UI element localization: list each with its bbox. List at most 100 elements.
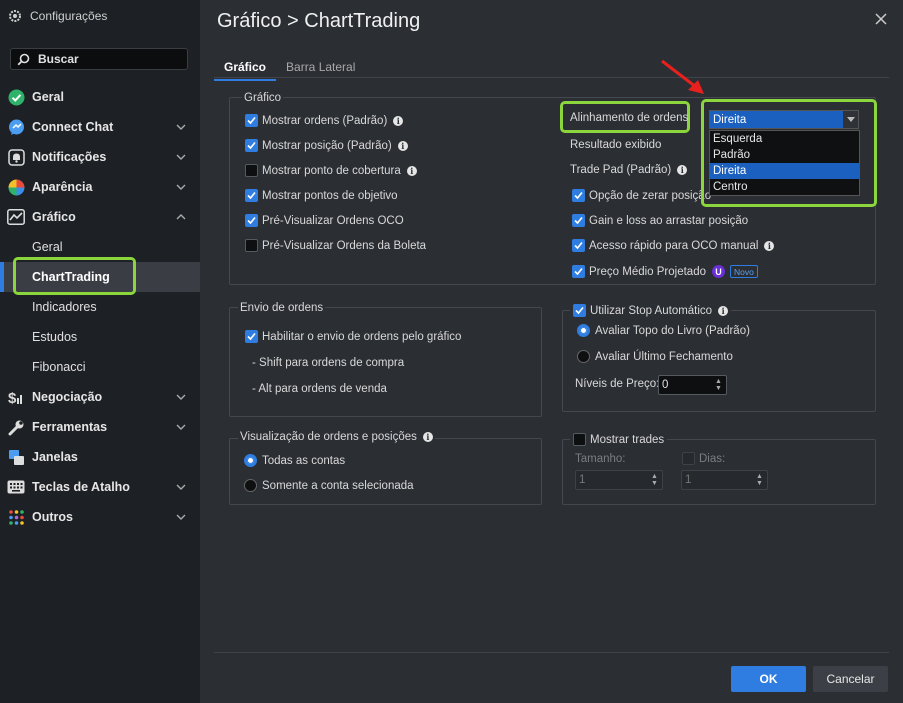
sidebar-item-ferramentas[interactable]: Ferramentas	[0, 412, 200, 442]
sidebar: Configurações Buscar Geral Connect Chat …	[0, 0, 200, 703]
radio-avaliar-topo[interactable]: Avaliar Topo do Livro (Padrão)	[577, 324, 750, 337]
option-label: Gain e loss ao arrastar posição	[589, 214, 749, 227]
sidebar-item-geral[interactable]: Geral	[0, 82, 200, 112]
option-pre-visualizar-boleta[interactable]: Pré-Visualizar Ordens da Boleta	[245, 239, 426, 252]
checkbox-checked[interactable]	[572, 239, 585, 252]
checkbox-unchecked[interactable]	[245, 239, 258, 252]
sidebar-header-label: Configurações	[30, 9, 108, 23]
chevron-down-icon	[176, 154, 186, 160]
dias-stepper[interactable]: 1 ▲ ▼	[681, 470, 768, 490]
ok-button[interactable]: OK	[731, 666, 806, 692]
option-label: Pré-Visualizar Ordens OCO	[262, 214, 404, 227]
dropdown-option-direita[interactable]: Direita	[710, 163, 859, 179]
tamanho-stepper[interactable]: 1 ▲ ▼	[575, 470, 663, 490]
sidebar-item-connect-chat[interactable]: Connect Chat	[0, 112, 200, 142]
chart-icon	[7, 208, 25, 226]
alignment-select[interactable]: Direita	[709, 110, 859, 129]
sidebar-subitem-fibonacci[interactable]: Fibonacci	[0, 352, 200, 382]
checkbox-unchecked[interactable]	[573, 433, 586, 446]
checkbox-checked[interactable]	[245, 214, 258, 227]
checkbox-checked[interactable]	[572, 265, 585, 278]
radio-selected[interactable]	[577, 324, 590, 337]
sidebar-item-grafico[interactable]: Gráfico	[0, 202, 200, 232]
sidebar-item-label: Geral	[32, 90, 64, 104]
option-dias[interactable]: Dias:	[682, 452, 725, 465]
settings-dialog: Gráfico > ChartTrading Gráfico Barra Lat…	[200, 0, 903, 703]
checkbox-checked[interactable]	[245, 114, 258, 127]
option-mostrar-ordens[interactable]: Mostrar ordens (Padrão) i	[245, 114, 404, 127]
red-arrow-annotation	[661, 59, 704, 94]
option-habilitar-envio[interactable]: Habilitar o envio de ordens pelo gráfico	[245, 330, 461, 343]
radio-unselected[interactable]	[577, 350, 590, 363]
check-circle-icon	[7, 88, 25, 106]
option-label: Preço Médio Projetado	[589, 265, 706, 278]
stepper-arrows-icon[interactable]: ▲ ▼	[651, 473, 659, 487]
dropdown-arrow-icon[interactable]	[843, 111, 858, 128]
radio-todas-contas[interactable]: Todas as contas	[244, 454, 345, 467]
checkbox-checked[interactable]	[245, 330, 258, 343]
dollar-icon: $	[7, 388, 25, 406]
sidebar-subitem-label: Indicadores	[32, 300, 97, 314]
checkbox-unchecked[interactable]	[682, 452, 695, 465]
chevron-down-icon	[176, 184, 186, 190]
alignment-select-value: Direita	[713, 113, 747, 126]
radio-somente-conta[interactable]: Somente a conta selecionada	[244, 479, 414, 492]
option-utilizar-stop[interactable]: Utilizar Stop Automático i	[570, 304, 732, 317]
option-mostrar-posicao[interactable]: Mostrar posição (Padrão) i	[245, 139, 408, 152]
info-icon[interactable]: i	[764, 240, 775, 251]
option-mostrar-ponto-cobertura[interactable]: Mostrar ponto de cobertura i	[245, 164, 417, 177]
checkbox-checked[interactable]	[572, 189, 585, 202]
cancel-button[interactable]: Cancelar	[813, 666, 888, 692]
sidebar-item-janelas[interactable]: Janelas	[0, 442, 200, 472]
option-label: Habilitar o envio de ordens pelo gráfico	[262, 330, 462, 343]
dropdown-option-esquerda[interactable]: Esquerda	[710, 131, 859, 147]
checkbox-checked[interactable]	[573, 304, 586, 317]
info-icon[interactable]: i	[718, 305, 729, 316]
option-mostrar-pontos-objetivo[interactable]: Mostrar pontos de objetivo	[245, 189, 398, 202]
checkbox-checked[interactable]	[572, 214, 585, 227]
dropdown-option-centro[interactable]: Centro	[710, 179, 859, 195]
checkbox-checked[interactable]	[245, 189, 258, 202]
stepper-arrows-icon[interactable]: ▲ ▼	[715, 378, 723, 392]
option-zerar-posicao[interactable]: Opção de zerar posição	[572, 189, 711, 202]
search-input[interactable]: Buscar	[10, 48, 188, 70]
sidebar-subitem-indicadores[interactable]: Indicadores	[0, 292, 200, 322]
info-icon[interactable]: i	[677, 165, 688, 175]
sidebar-item-label: Gráfico	[32, 210, 76, 224]
sidebar-item-negociacao[interactable]: $ Negociação	[0, 382, 200, 412]
tamanho-value: 1	[579, 474, 586, 486]
info-icon[interactable]: i	[406, 165, 417, 176]
info-icon[interactable]: i	[397, 140, 408, 151]
radio-unselected[interactable]	[244, 479, 257, 492]
info-icon[interactable]: i	[393, 115, 404, 126]
stepper-arrows-icon[interactable]: ▲ ▼	[756, 473, 764, 487]
alt-hint: - Alt para ordens de venda	[252, 383, 387, 395]
radio-label: Todas as contas	[262, 454, 346, 467]
dropdown-option-padrao[interactable]: Padrão	[710, 147, 859, 163]
footer-divider	[214, 652, 889, 653]
niveis-stepper[interactable]: 0 ▲ ▼	[658, 375, 727, 395]
sidebar-item-label: Teclas de Atalho	[32, 480, 130, 494]
dias-value: 1	[685, 474, 692, 486]
option-acesso-rapido-oco[interactable]: Acesso rápido para OCO manual i	[572, 239, 775, 252]
sidebar-item-outros[interactable]: Outros	[0, 502, 200, 532]
highlight-box-charttrading	[13, 257, 136, 295]
shift-hint: - Shift para ordens de compra	[252, 357, 405, 369]
wrench-icon	[7, 418, 25, 436]
close-icon[interactable]	[873, 11, 889, 27]
option-gain-loss-arrastar[interactable]: Gain e loss ao arrastar posição	[572, 214, 748, 227]
option-preco-medio-projetado[interactable]: Preço Médio Projetado U Novo	[572, 265, 758, 278]
sidebar-item-aparencia[interactable]: Aparência	[0, 172, 200, 202]
sidebar-subitem-estudos[interactable]: Estudos	[0, 322, 200, 352]
checkbox-checked[interactable]	[245, 139, 258, 152]
radio-avaliar-ultimo[interactable]: Avaliar Último Fechamento	[577, 350, 733, 363]
option-pre-visualizar-oco[interactable]: Pré-Visualizar Ordens OCO	[245, 214, 404, 227]
keyboard-icon	[7, 478, 25, 496]
option-mostrar-trades[interactable]: Mostrar trades	[570, 433, 668, 446]
checkbox-unchecked[interactable]	[245, 164, 258, 177]
info-icon[interactable]: i	[422, 432, 433, 442]
radio-selected[interactable]	[244, 454, 257, 467]
sidebar-item-notificacoes[interactable]: Notificações	[0, 142, 200, 172]
sidebar-item-label: Aparência	[32, 180, 93, 194]
sidebar-item-teclas-de-atalho[interactable]: Teclas de Atalho	[0, 472, 200, 502]
